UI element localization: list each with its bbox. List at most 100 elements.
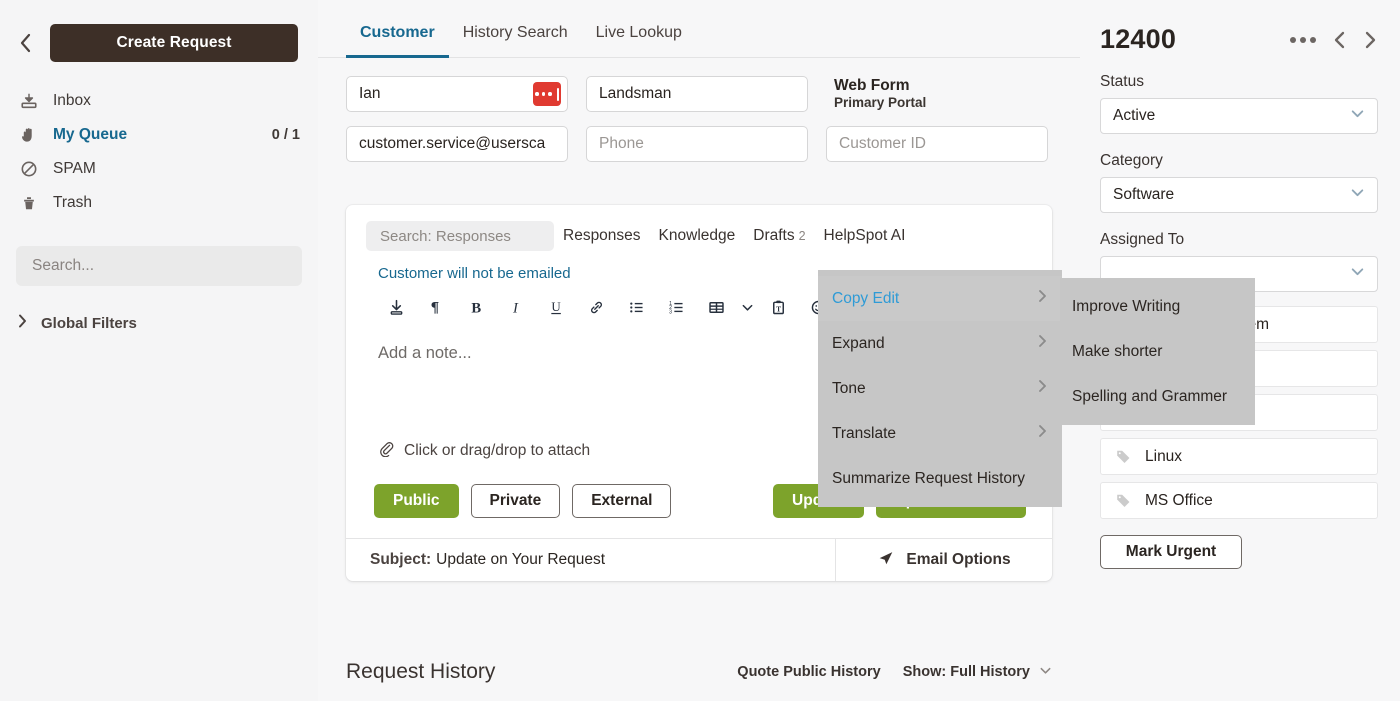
ai-menu-item-label: Summarize Request History xyxy=(832,469,1025,487)
ai-menu-item-label: Tone xyxy=(832,379,866,397)
ai-submenu-item-make-shorter[interactable]: Make shorter xyxy=(1060,329,1255,374)
tab-live-lookup[interactable]: Live Lookup xyxy=(582,24,696,58)
ai-menu-item-translate[interactable]: Translate xyxy=(818,411,1062,456)
ai-menu-item-expand[interactable]: Expand xyxy=(818,321,1062,366)
chevron-down-icon[interactable] xyxy=(736,292,758,322)
request-source-block: Web Form Primary Portal xyxy=(826,76,926,112)
category-select[interactable]: Software xyxy=(1100,177,1378,213)
ban-icon xyxy=(18,160,39,178)
tag-item[interactable]: MS Office xyxy=(1100,482,1378,519)
sidebar-item-my-queue[interactable]: My Queue 0 / 1 xyxy=(18,118,300,152)
ai-menu-item-tone[interactable]: Tone xyxy=(818,366,1062,411)
hand-icon xyxy=(18,126,39,144)
editor-tab-knowledge[interactable]: Knowledge xyxy=(650,227,745,245)
editor-tab-drafts[interactable]: Drafts 2 xyxy=(744,227,814,245)
sidebar-item-label: Trash xyxy=(53,194,93,211)
request-history-actions: Quote Public History Show: Full History xyxy=(737,664,1052,681)
customer-form-row-1: Web Form Primary Portal xyxy=(346,76,1052,112)
chevron-right-icon xyxy=(1037,289,1048,308)
link-icon[interactable] xyxy=(576,292,616,322)
responses-search-box[interactable] xyxy=(366,221,554,251)
underline-icon[interactable]: U xyxy=(536,292,576,322)
sidebar-item-spam[interactable]: SPAM xyxy=(18,152,300,186)
chevron-left-icon[interactable] xyxy=(1332,30,1347,50)
public-button[interactable]: Public xyxy=(374,484,459,518)
sidebar-search-box[interactable] xyxy=(16,246,302,286)
svg-text:I: I xyxy=(512,300,519,316)
private-button[interactable]: Private xyxy=(470,484,561,518)
tag-icon xyxy=(1115,448,1132,465)
chevron-right-icon xyxy=(1037,334,1048,353)
ai-submenu-item-improve-writing[interactable]: Improve Writing xyxy=(1060,284,1255,329)
customer-notes-badge-icon[interactable] xyxy=(533,82,561,106)
sidebar-item-label: SPAM xyxy=(53,160,96,177)
email-field[interactable] xyxy=(346,126,568,163)
email-options-button[interactable]: Email Options xyxy=(836,539,1052,581)
phone-input[interactable] xyxy=(599,135,795,154)
chevron-right-icon[interactable] xyxy=(1363,30,1378,50)
numbered-list-icon[interactable]: 123 xyxy=(656,292,696,322)
tab-history-search[interactable]: History Search xyxy=(449,24,582,58)
last-name-field[interactable] xyxy=(586,76,808,112)
ellipsis-icon[interactable] xyxy=(1290,36,1316,43)
chevron-left-icon[interactable] xyxy=(14,28,36,58)
mark-urgent-button[interactable]: Mark Urgent xyxy=(1100,535,1242,569)
svg-text:¶: ¶ xyxy=(430,300,439,316)
email-input[interactable] xyxy=(359,135,555,154)
responses-search-input[interactable] xyxy=(380,227,540,245)
save-icon[interactable] xyxy=(376,292,416,322)
sidebar-item-trash[interactable]: Trash xyxy=(18,186,300,220)
paper-plane-icon xyxy=(877,549,895,572)
first-name-input[interactable] xyxy=(359,85,555,103)
paste-text-icon[interactable]: T xyxy=(758,292,798,322)
italic-icon[interactable]: I xyxy=(496,292,536,322)
global-filters-toggle[interactable]: Global Filters xyxy=(18,314,318,332)
chevron-down-icon xyxy=(1039,664,1052,681)
search-input[interactable] xyxy=(32,257,286,275)
sidebar-item-label: My Queue xyxy=(53,126,128,143)
subject-value: Update on Your Request xyxy=(436,551,606,568)
phone-field[interactable] xyxy=(586,126,808,163)
left-sidebar: Create Request Inbox My Queue 0 / 1 SPAM… xyxy=(0,0,318,701)
subject-prefix: Subject: xyxy=(370,551,432,568)
status-value: Active xyxy=(1113,107,1156,124)
sidebar-nav: Inbox My Queue 0 / 1 SPAM Trash xyxy=(0,84,318,220)
last-name-input[interactable] xyxy=(599,85,795,103)
source-title: Web Form xyxy=(834,77,910,94)
tab-customer[interactable]: Customer xyxy=(346,24,449,58)
right-panel-header: 12400 xyxy=(1080,0,1400,55)
customer-form-row-2 xyxy=(346,126,1052,163)
customer-id-input[interactable] xyxy=(839,135,1035,154)
ai-copy-edit-submenu: Improve Writing Make shorter Spelling an… xyxy=(1060,278,1255,425)
table-icon[interactable] xyxy=(696,292,736,322)
assigned-to-label: Assigned To xyxy=(1100,231,1185,248)
ai-submenu-item-spelling-grammar[interactable]: Spelling and Grammer xyxy=(1060,374,1255,419)
tag-item[interactable]: Linux xyxy=(1100,438,1378,475)
attach-label: Click or drag/drop to attach xyxy=(404,442,591,459)
editor-tab-responses[interactable]: Responses xyxy=(554,227,650,245)
create-request-button[interactable]: Create Request xyxy=(50,24,298,62)
customer-form: Web Form Primary Portal xyxy=(318,58,1080,163)
ai-menu-item-copy-edit[interactable]: Copy Edit xyxy=(818,276,1062,321)
external-button[interactable]: External xyxy=(572,484,672,518)
ai-menu-item-summarize[interactable]: Summarize Request History xyxy=(818,456,1062,501)
editor-tab-helpspot-ai[interactable]: HelpSpot AI xyxy=(815,227,915,245)
category-value: Software xyxy=(1113,186,1175,203)
bullet-list-icon[interactable] xyxy=(616,292,656,322)
quote-public-history-button[interactable]: Quote Public History xyxy=(737,664,880,680)
global-filters-label: Global Filters xyxy=(41,314,137,332)
tag-label: MS Office xyxy=(1145,491,1213,509)
show-history-filter[interactable]: Show: Full History xyxy=(903,664,1052,681)
sidebar-item-inbox[interactable]: Inbox xyxy=(18,84,300,118)
email-options-label: Email Options xyxy=(906,551,1011,568)
status-label: Status xyxy=(1100,73,1144,90)
editor-tabbar: Responses Knowledge Drafts2 HelpSpot AI xyxy=(346,205,1052,251)
sidebar-item-label: Inbox xyxy=(53,92,91,109)
paragraph-icon[interactable]: ¶ xyxy=(416,292,456,322)
source-subtitle: Primary Portal xyxy=(834,95,927,111)
customer-id-field[interactable] xyxy=(826,126,1048,163)
first-name-field[interactable] xyxy=(346,76,568,112)
bold-icon[interactable]: B xyxy=(456,292,496,322)
subject-display[interactable]: Subject: Update on Your Request xyxy=(346,539,836,581)
status-select[interactable]: Active xyxy=(1100,98,1378,134)
